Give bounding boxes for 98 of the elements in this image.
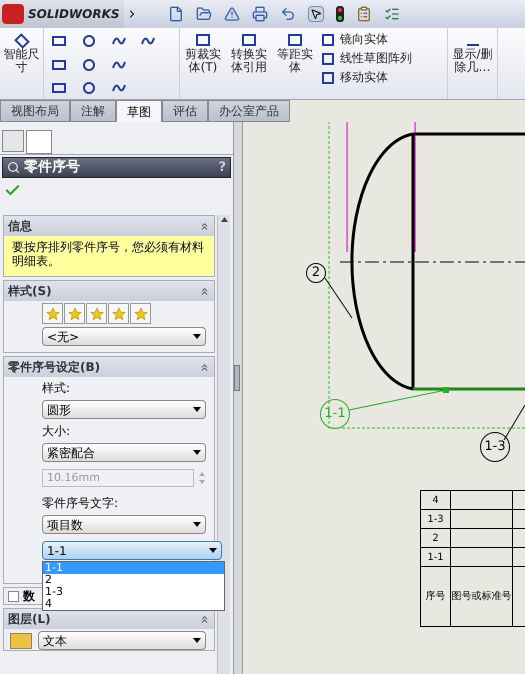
star-icon: [134, 306, 148, 320]
balloon-search-icon: [7, 161, 20, 174]
toolbar-icon[interactable]: [196, 6, 212, 22]
style-button[interactable]: [42, 303, 63, 324]
dropdown-value: <无>: [47, 328, 80, 346]
tool-icon: [288, 34, 302, 46]
ribbon-tab[interactable]: 评估: [162, 100, 208, 122]
splitter-handle-icon[interactable]: [234, 365, 240, 391]
section-title: 图层(L): [8, 611, 51, 628]
ribbon-button[interactable]: 等距实体: [272, 28, 318, 99]
table-cell: 1-3: [421, 510, 451, 529]
checklist-icon[interactable]: [384, 6, 400, 22]
ribbon-small-button[interactable]: 镜向实体: [322, 33, 447, 46]
dropdown-value: 1-1: [47, 542, 67, 560]
field-label: 大小:: [42, 423, 72, 440]
app-logo[interactable]: SOLIDWORKS: [0, 0, 124, 28]
star-icon: [112, 306, 126, 320]
field-label: 零件序号文字:: [42, 495, 120, 512]
section-title: 样式(S): [8, 283, 52, 300]
ribbon-button[interactable]: 转换实体引用: [226, 28, 272, 99]
size-select[interactable]: 紧密配合: [42, 443, 206, 462]
toolbar-icon[interactable]: [280, 6, 296, 22]
checkbox[interactable]: [8, 590, 19, 602]
table-cell: 4: [421, 491, 451, 510]
ribbon-tab[interactable]: 办公室产品: [208, 100, 290, 122]
dropdown-option[interactable]: 4: [43, 598, 224, 610]
checkbox-label: 数: [23, 588, 35, 605]
table-cell: 1-1: [421, 548, 451, 567]
caret-icon[interactable]: [193, 450, 201, 455]
tool-icon: [322, 34, 334, 46]
ribbon-small-button[interactable]: 线性草图阵列: [322, 52, 447, 65]
star-icon: [46, 306, 60, 320]
toolbar-icon[interactable]: [168, 6, 184, 22]
ribbon-button[interactable]: 剪裁实体(T): [180, 28, 226, 99]
star-icon: [90, 306, 104, 320]
ribbon-tab[interactable]: 视图布局: [0, 100, 70, 122]
dropdown-value: 项目数: [47, 516, 83, 534]
text-select[interactable]: 项目数: [42, 515, 206, 534]
logo-icon: [2, 4, 24, 24]
sketch-tool-icon[interactable]: [82, 81, 96, 96]
style-button[interactable]: [108, 303, 129, 324]
collapse-icon[interactable]: [199, 286, 210, 296]
sketch-tool-icon[interactable]: [52, 81, 66, 96]
sketch-tool-icon[interactable]: [82, 58, 96, 72]
caret-icon[interactable]: [193, 334, 201, 339]
collapse-icon[interactable]: [199, 362, 210, 372]
style-button[interactable]: [64, 303, 85, 324]
ribbon-tab[interactable]: 注解: [70, 100, 116, 122]
collapse-icon[interactable]: [199, 614, 210, 624]
dropdown-value: 文本: [43, 632, 67, 650]
style-select[interactable]: 圆形: [42, 400, 206, 419]
style-button[interactable]: [86, 303, 107, 324]
caret-icon[interactable]: [209, 548, 217, 553]
tool-icon: [322, 52, 334, 64]
sketch-tool-icon[interactable]: [52, 34, 66, 48]
scrollbar[interactable]: [217, 215, 230, 674]
field-label: 样式:: [42, 380, 72, 397]
panel-title: 零件序号: [24, 158, 80, 177]
sketch-tool-icon[interactable]: [82, 34, 96, 48]
table-cell: 2: [421, 529, 451, 548]
star-icon: [68, 306, 82, 320]
display-relations-button[interactable]: 显示/删除几…: [448, 28, 498, 99]
section-title: 信息: [8, 218, 32, 235]
caret-icon[interactable]: [193, 638, 201, 643]
dropdown-value: 圆形: [47, 402, 71, 418]
toolbar-icon[interactable]: [252, 6, 268, 22]
collapse-icon[interactable]: [199, 220, 210, 232]
style-button[interactable]: [130, 303, 151, 324]
caret-icon[interactable]: [193, 407, 201, 412]
leader-line: [322, 275, 355, 321]
ribbon-tab[interactable]: 草图: [116, 100, 162, 122]
dropdown-value: 紧密配合: [47, 444, 95, 462]
dropdown-option[interactable]: 1-3: [43, 586, 224, 598]
dimension-icon: [14, 33, 30, 49]
toolbar-icon[interactable]: [224, 6, 240, 22]
traffic-light-icon[interactable]: [336, 6, 344, 22]
table-header-cell: 图号或标准号: [451, 567, 513, 627]
select-icon[interactable]: [308, 6, 324, 22]
help-button[interactable]: ?: [218, 158, 226, 178]
tool-icon: [242, 34, 256, 46]
layer-dropdown[interactable]: 文本: [38, 631, 206, 650]
balloon[interactable]: 1-3: [480, 432, 510, 462]
tool-icon: [196, 34, 210, 46]
caret-icon[interactable]: [193, 522, 201, 527]
table-header-cell: 序号: [421, 567, 451, 627]
ribbon-small-button[interactable]: 移动实体: [322, 71, 447, 84]
scroll-up-icon[interactable]: [220, 217, 228, 222]
sketch-tool-icon[interactable]: [52, 58, 66, 72]
section-title: 零件序号设定(B): [8, 359, 100, 376]
style-dropdown[interactable]: <无>: [42, 327, 206, 346]
item-select[interactable]: 1-1: [42, 541, 222, 560]
info-message: 要按序排列零件序号，您必须有材料明细表。: [4, 236, 214, 276]
logo-text: SOLIDWORKS: [28, 6, 120, 23]
clipboard-icon[interactable]: [356, 6, 372, 22]
dropdown-option[interactable]: 2: [43, 574, 224, 586]
balloon[interactable]: 2: [306, 263, 326, 283]
smart-dimension-button[interactable]: 智能尺寸: [0, 28, 44, 99]
tool-icon: [322, 72, 334, 84]
